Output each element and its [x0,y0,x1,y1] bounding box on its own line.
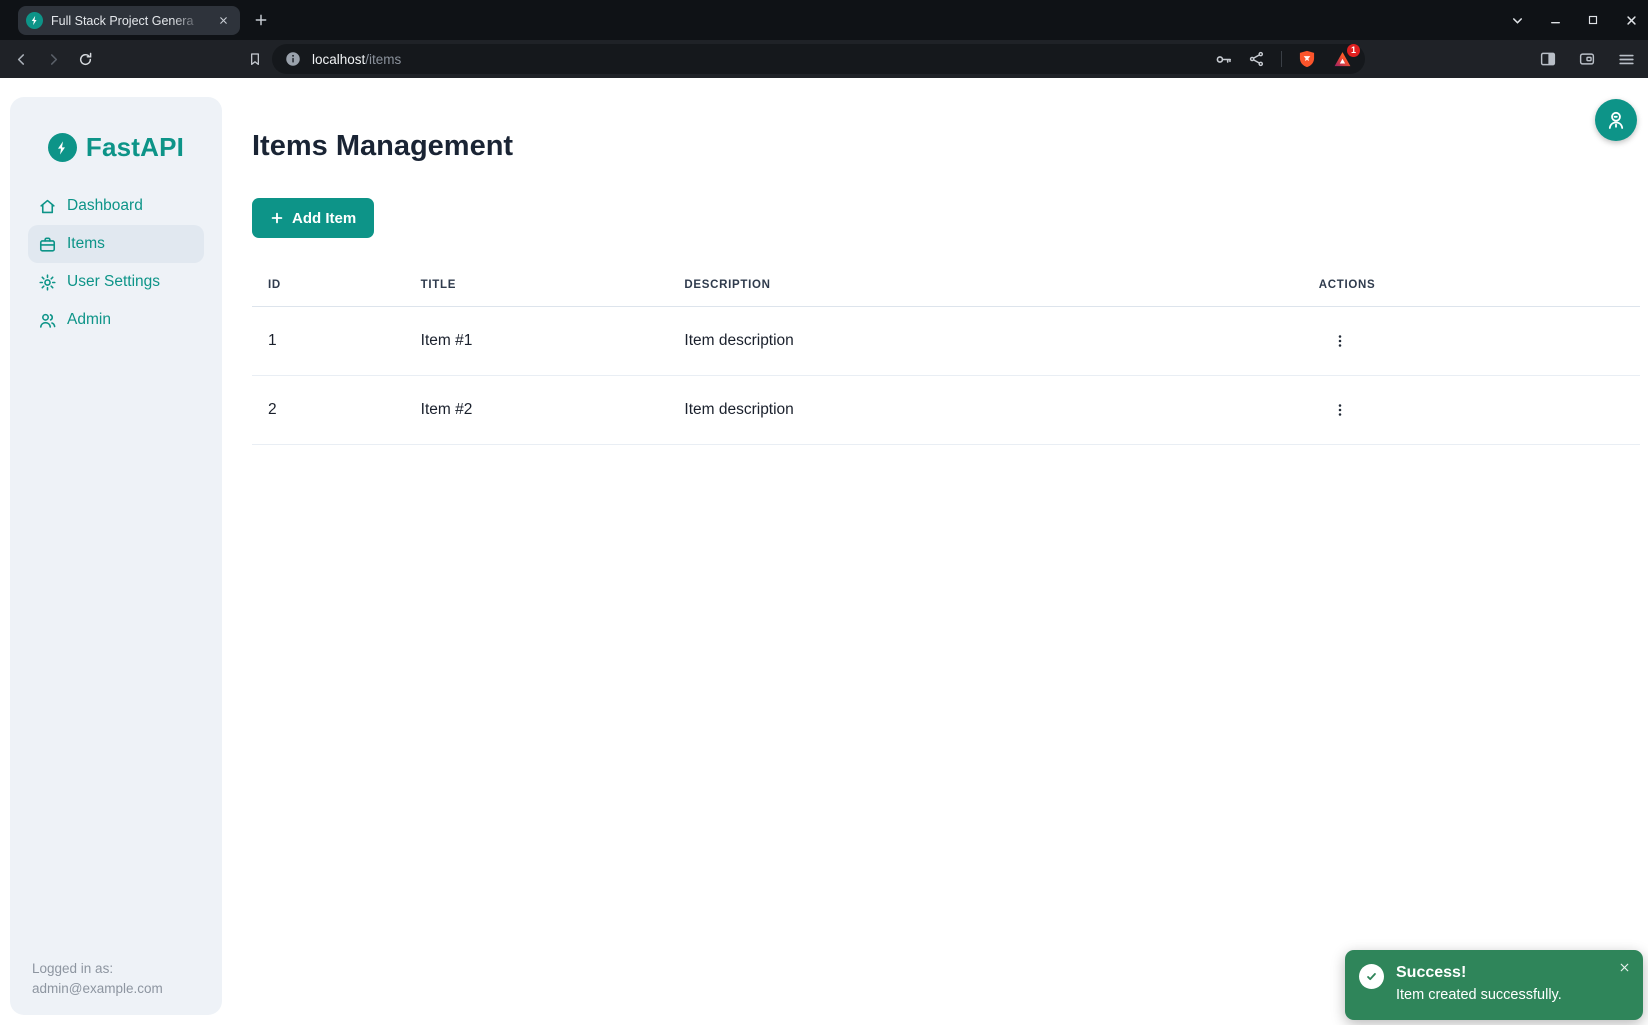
logged-in-email: admin@example.com [32,979,208,999]
add-item-label: Add Item [292,210,356,227]
window-close-button[interactable] [1620,9,1642,31]
logged-in-as-label: Logged in as: [32,959,208,979]
user-avatar-button[interactable] [1595,99,1637,141]
briefcase-icon [38,235,57,254]
column-header-actions: ACTIONS [1303,264,1640,307]
column-header-description: DESCRIPTION [668,264,1302,307]
sidebar-item-dashboard[interactable]: Dashboard [28,187,204,225]
toolbar-right [1536,47,1638,71]
fastapi-bolt-icon [48,133,77,162]
success-toast: Success! Item created successfully. [1345,950,1643,1020]
browser-tab-bar: Full Stack Project Genera [0,0,1648,40]
sidebar-item-items[interactable]: Items [28,225,204,263]
toast-close-icon[interactable] [1615,958,1633,976]
sidebar-item-label: Admin [67,311,111,329]
page-content: FastAPI Dashboard Items User Settings [0,78,1648,1025]
row-actions-kebab-icon[interactable] [1323,393,1357,427]
row-actions-kebab-icon[interactable] [1323,324,1357,358]
bookmark-icon[interactable] [243,47,267,71]
table-header-row: ID TITLE DESCRIPTION ACTIONS [252,264,1640,307]
check-circle-icon [1359,964,1384,989]
home-icon [38,197,57,216]
window-controls [1506,0,1642,40]
cell-id: 1 [252,307,405,376]
brave-shield-icon[interactable] [1297,49,1317,69]
cell-description: Item description [668,307,1302,376]
toast-message: Item created successfully. [1396,987,1562,1004]
address-bar[interactable]: localhost/items 1 [272,44,1365,74]
table-row: 2 Item #2 Item description [252,376,1640,445]
tab-close-icon[interactable] [214,12,232,30]
plus-icon [270,211,284,225]
sidebar-panel-icon[interactable] [1536,47,1560,71]
page-title: Items Management [252,130,1640,163]
forward-button[interactable] [41,47,65,71]
users-icon [38,311,57,330]
cell-title: Item #2 [405,376,669,445]
fastapi-logo: FastAPI [10,97,222,163]
url-path: /items [365,52,401,67]
sidebar-item-user-settings[interactable]: User Settings [28,263,204,301]
toast-title: Success! [1396,963,1562,982]
brave-rewards-icon[interactable]: 1 [1332,49,1353,70]
cell-description: Item description [668,376,1302,445]
window-minimize-button[interactable] [1544,9,1566,31]
reload-button[interactable] [73,47,97,71]
sidebar: FastAPI Dashboard Items User Settings [10,97,222,1015]
rewards-badge: 1 [1347,44,1360,57]
sidebar-item-label: Dashboard [67,197,143,215]
site-info-icon[interactable] [284,50,302,68]
table-row: 1 Item #1 Item description [252,307,1640,376]
fastapi-favicon-icon [26,12,43,29]
column-header-title: TITLE [405,264,669,307]
tab-title: Full Stack Project Genera [51,14,206,28]
tab-search-chevron-icon[interactable] [1506,9,1528,31]
divider [1281,51,1282,67]
cell-title: Item #1 [405,307,669,376]
menu-hamburger-icon[interactable] [1614,47,1638,71]
share-icon[interactable] [1248,50,1266,68]
browser-toolbar: localhost/items 1 [0,40,1648,78]
sidebar-item-label: Items [67,235,105,253]
sidebar-nav: Dashboard Items User Settings Admin [28,187,204,339]
user-icon [1604,108,1628,132]
sidebar-footer: Logged in as: admin@example.com [32,959,208,999]
gear-icon [38,273,57,292]
main-panel: Items Management Add Item ID TITLE DESCR… [252,130,1640,445]
sidebar-item-label: User Settings [67,273,160,291]
column-header-id: ID [252,264,405,307]
browser-tab[interactable]: Full Stack Project Genera [18,6,240,35]
back-button[interactable] [9,47,33,71]
url-host: localhost [312,52,365,67]
cell-id: 2 [252,376,405,445]
password-key-icon[interactable] [1214,50,1233,69]
wallet-icon[interactable] [1575,47,1599,71]
add-item-button[interactable]: Add Item [252,198,374,238]
sidebar-item-admin[interactable]: Admin [28,301,204,339]
items-table: ID TITLE DESCRIPTION ACTIONS 1 Item #1 I… [252,264,1640,445]
new-tab-button[interactable] [250,9,272,31]
window-maximize-button[interactable] [1582,9,1604,31]
logo-text: FastAPI [86,132,184,163]
